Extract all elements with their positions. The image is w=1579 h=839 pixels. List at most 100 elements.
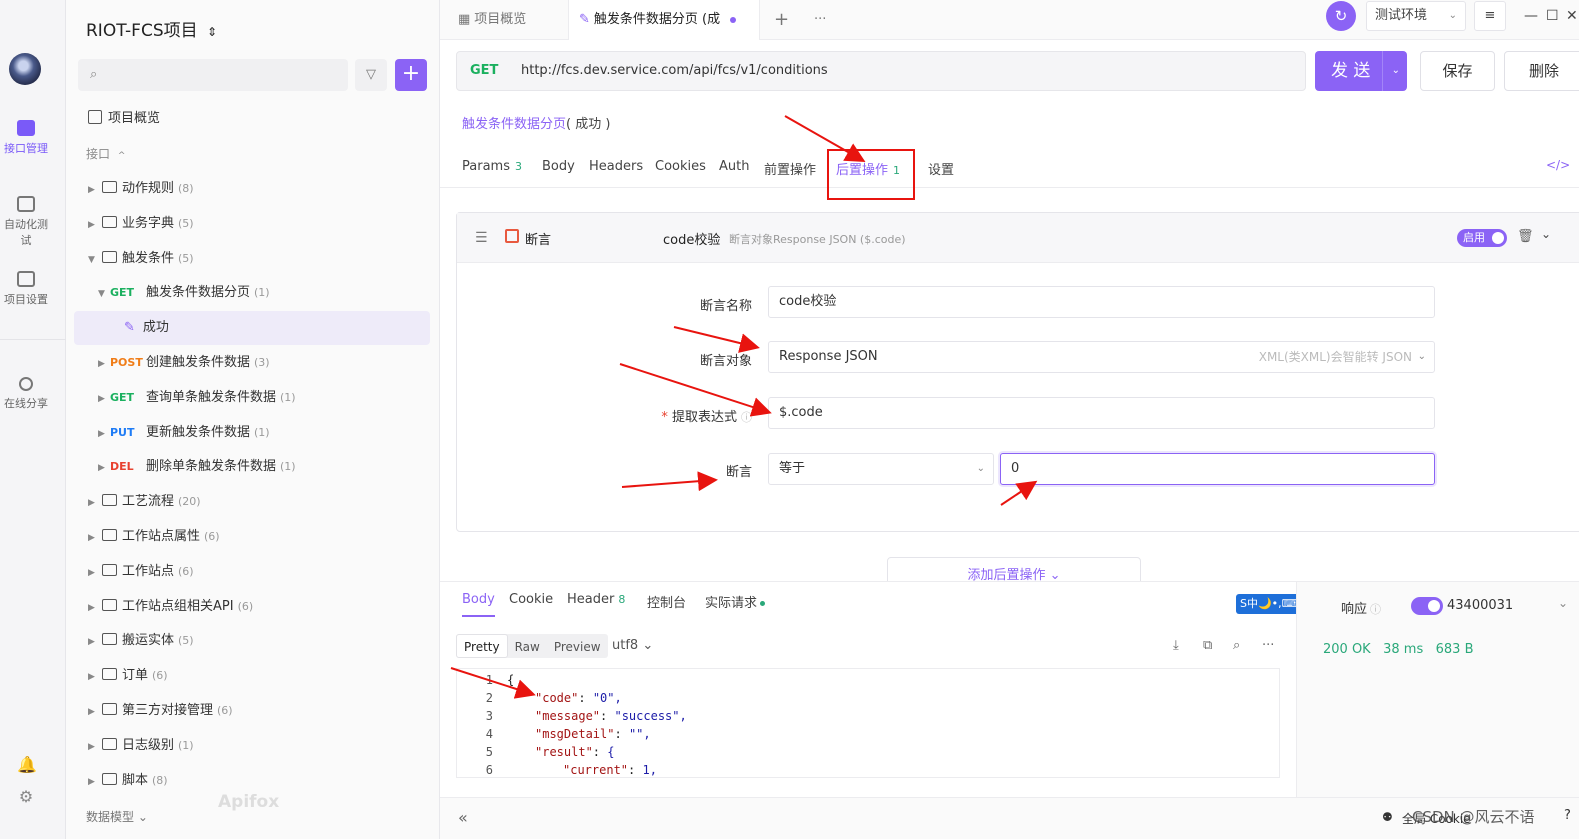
caret-right-icon[interactable]: ▶ [88, 208, 100, 242]
tree-folder[interactable]: ▶ 订单 (6) [66, 659, 440, 693]
tab-auth[interactable]: Auth [719, 159, 749, 174]
caret-right-icon[interactable]: ▶ [88, 486, 100, 520]
caret-right-icon[interactable]: ▶ [88, 660, 100, 694]
tab-post-actions[interactable]: 后置操作 1 [836, 159, 900, 178]
caret-right-icon[interactable]: ▶ [88, 591, 100, 625]
caret-right-icon[interactable]: ▶ [98, 382, 110, 416]
caret-right-icon[interactable]: ▶ [98, 347, 110, 381]
response-toggle[interactable] [1411, 597, 1443, 615]
enable-toggle[interactable]: 启用 [1457, 229, 1507, 247]
caret-down-icon[interactable]: ▼ [88, 243, 100, 277]
assert-target-select[interactable]: Response JSON XML(类XML)会智能转 JSON ⌄ [768, 341, 1435, 373]
search-input[interactable]: ⌕ [78, 59, 348, 91]
assertion-header[interactable]: ☰ 断言 code校验 断言对象Response JSON ($.code) 启… [457, 213, 1579, 263]
caret-right-icon[interactable]: ▶ [88, 730, 100, 764]
encoding-select[interactable]: utf8 ⌄ [612, 638, 653, 653]
caret-right-icon[interactable]: ▶ [98, 417, 110, 451]
more-tabs-button[interactable]: ··· [814, 0, 826, 40]
ellipsis-icon[interactable]: ··· [1262, 638, 1274, 653]
bell-icon[interactable]: 🔔 [17, 755, 37, 774]
filter-button[interactable]: ▽ [355, 59, 387, 91]
tab-cookies[interactable]: Cookies [655, 159, 706, 174]
rail-item-settings[interactable]: 项目设置 [0, 271, 52, 307]
tree-folder[interactable]: ▶ 搬运实体 (5) [66, 624, 440, 658]
tree-folder[interactable]: ▶ 第三方对接管理 (6) [66, 694, 440, 728]
project-switcher[interactable]: RIOT-FCS项目 ⇕ [86, 16, 217, 41]
copy-icon[interactable]: ⧉ [1203, 638, 1212, 653]
view-raw[interactable]: Raw [508, 635, 547, 659]
url-bar[interactable]: GET http://fcs.dev.service.com/api/fcs/v… [456, 51, 1306, 91]
close-icon[interactable]: ✕ [1566, 8, 1578, 24]
resp-tab-body[interactable]: Body [462, 592, 495, 617]
add-button[interactable]: + [395, 59, 427, 91]
tab-overview[interactable]: ▦ 项目概览 [458, 0, 526, 40]
tree-folder[interactable]: ▶ 工艺流程 (20) [66, 485, 440, 519]
caret-right-icon[interactable]: ▶ [88, 765, 100, 799]
view-pretty[interactable]: Pretty [456, 634, 508, 658]
tab-headers[interactable]: Headers [589, 159, 643, 174]
tab-active-request[interactable]: ✎ 触发条件数据分页 (成 [568, 0, 760, 40]
code-icon[interactable]: </> [1546, 158, 1570, 172]
section-header-api[interactable]: 接口 ^ [66, 137, 440, 171]
delete-button[interactable]: 删除 [1504, 51, 1579, 91]
caret-right-icon[interactable]: ▶ [88, 695, 100, 729]
tree-api-item[interactable]: ▶ GET 查询单条触发条件数据 (1) [66, 381, 440, 415]
env-sync-button[interactable]: ↻ [1326, 1, 1356, 31]
resp-tab-cookie[interactable]: Cookie [509, 592, 553, 607]
chevron-down-icon[interactable]: ⌄ [1392, 51, 1400, 91]
env-menu-button[interactable]: ≡ [1474, 1, 1506, 31]
caret-right-icon[interactable]: ▶ [88, 556, 100, 590]
resp-tab-header[interactable]: Header 8 [567, 592, 625, 607]
tree-folder[interactable]: ▶ 工作站点属性 (6) [66, 520, 440, 554]
collapse-sidebar-button[interactable]: « [458, 808, 468, 827]
view-preview[interactable]: Preview [547, 635, 608, 659]
help-icon[interactable]: ? [1564, 808, 1571, 823]
tab-params[interactable]: Params 3 [462, 159, 522, 174]
caret-right-icon[interactable]: ▶ [88, 173, 100, 207]
resp-tab-console[interactable]: 控制台 [647, 592, 686, 611]
response-code-editor[interactable]: 1 {2 "code": "0", 3 "message": "success", 4 "m… [456, 668, 1280, 778]
expected-value-input[interactable]: 0 [1000, 453, 1435, 485]
caret-right-icon[interactable]: ▶ [88, 521, 100, 555]
resp-tab-actual-request[interactable]: 实际请求 [705, 592, 766, 611]
avatar[interactable] [9, 53, 41, 85]
tree-api-item[interactable]: ▶ DEL 删除单条触发条件数据 (1) [66, 450, 440, 484]
tree-api-item[interactable]: ▼ GET 触发条件数据分页 (1) [66, 276, 440, 310]
environment-select[interactable]: 测试环境 ⌄ [1366, 1, 1466, 31]
drag-handle-icon[interactable]: ☰ [475, 230, 488, 246]
tab-body[interactable]: Body [542, 159, 575, 174]
tree-folder[interactable]: ▶ 工作站点组相关API (6) [66, 590, 440, 624]
minimize-icon[interactable]: — [1524, 8, 1538, 24]
search-icon[interactable]: ⌕ [1233, 638, 1240, 653]
tab-pre-actions[interactable]: 前置操作 [764, 159, 816, 178]
tree-case-item[interactable]: ✎ 成功 [74, 311, 430, 346]
tree-folder[interactable]: ▶ 动作规则 (8) [66, 172, 440, 206]
sidebar-item-overview[interactable]: 项目概览 [66, 102, 440, 136]
rail-item-share[interactable]: 在线分享 [0, 377, 52, 411]
tree-folder[interactable]: ▶ 日志级别 (1) [66, 729, 440, 763]
new-tab-button[interactable]: + [774, 0, 789, 40]
tab-settings[interactable]: 设置 [928, 159, 954, 178]
chevron-down-icon[interactable]: ⌄ [1558, 596, 1568, 610]
tree-api-item[interactable]: ▶ POST 创建触发条件数据 (3) [66, 346, 440, 380]
download-icon[interactable]: ⤓ [1173, 638, 1179, 653]
maximize-icon[interactable]: ☐ [1546, 8, 1559, 24]
extract-expr-input[interactable]: $.code [768, 397, 1435, 429]
data-model-toggle[interactable]: 数据模型 ⌄ [86, 808, 148, 825]
tree-folder[interactable]: ▶ 工作站点 (6) [66, 555, 440, 589]
chevron-down-icon[interactable]: ⌄ [1541, 227, 1551, 241]
assert-operator-select[interactable]: 等于 ⌄ [768, 453, 994, 485]
rail-item-api[interactable]: 接口管理 [0, 120, 52, 156]
caret-down-icon[interactable]: ▼ [98, 277, 110, 311]
tree-api-item[interactable]: ▶ PUT 更新触发条件数据 (1) [66, 416, 440, 450]
caret-right-icon[interactable]: ▶ [98, 451, 110, 485]
rail-item-automation[interactable]: 自动化测试 [0, 196, 52, 248]
gear-icon[interactable]: ⚙ [17, 787, 35, 806]
save-button[interactable]: 保存 [1420, 51, 1495, 91]
method-select[interactable]: GET [470, 63, 498, 78]
tree-folder[interactable]: ▶ 业务字典 (5) [66, 207, 440, 241]
trash-icon[interactable]: 🗑 [1517, 229, 1534, 244]
caret-right-icon[interactable]: ▶ [88, 625, 100, 659]
tree-folder[interactable]: ▼ 触发条件 (5) [66, 242, 440, 276]
assert-name-input[interactable]: code校验 [768, 286, 1435, 318]
